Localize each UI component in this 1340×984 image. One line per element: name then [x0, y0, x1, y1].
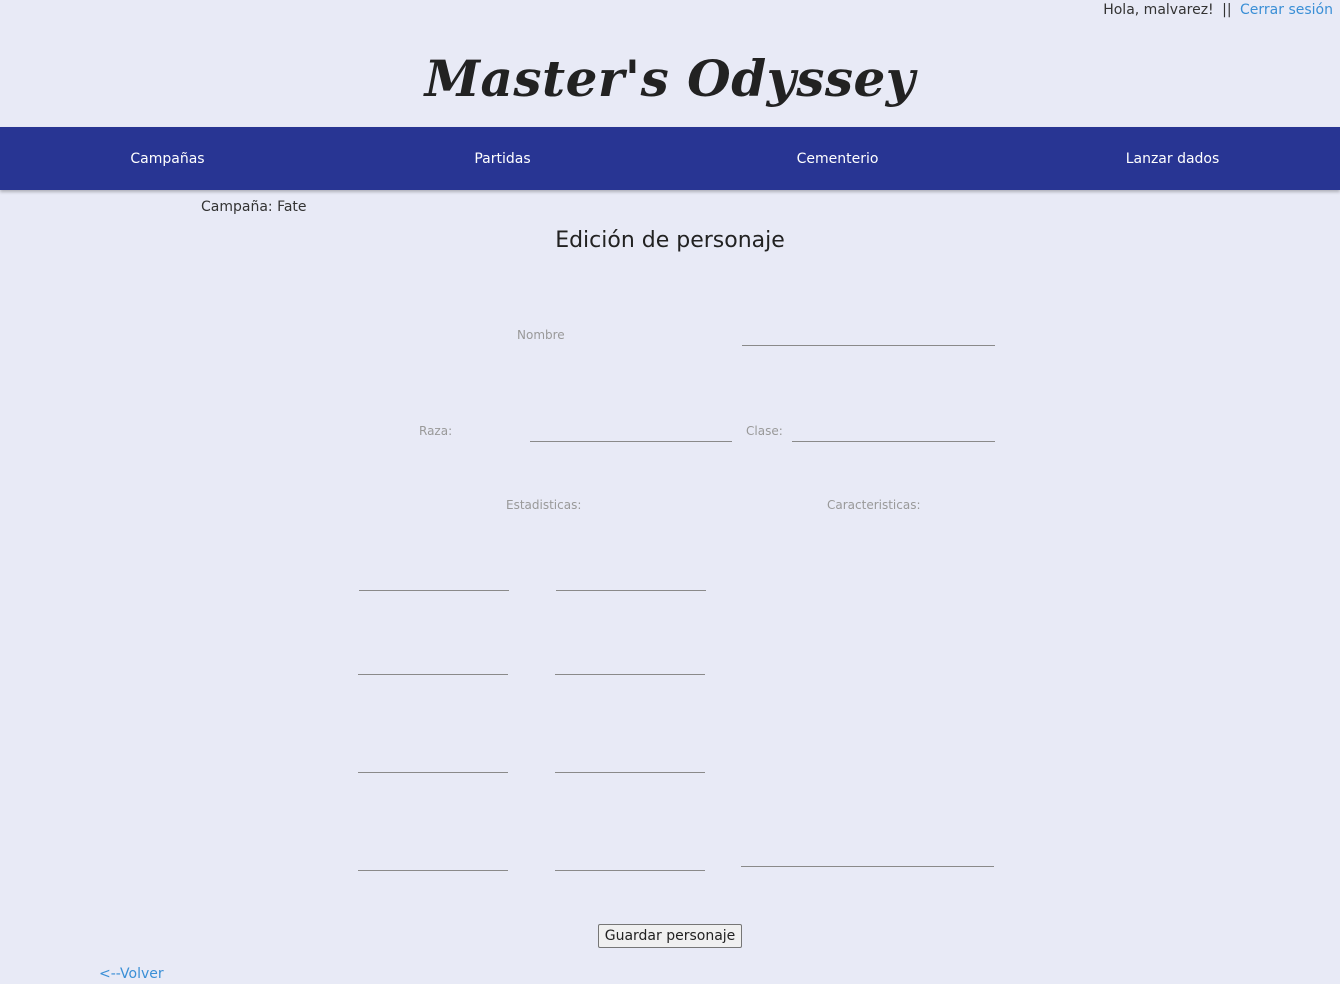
stats-label: Estadisticas:	[506, 498, 582, 512]
site-title: Master's Odyssey	[424, 49, 916, 108]
stat-field-1[interactable]	[359, 569, 509, 591]
stat-field-7[interactable]	[358, 849, 508, 871]
stat-field-3[interactable]	[358, 653, 508, 675]
back-link[interactable]: <--Volver	[99, 965, 164, 983]
stat-field-4[interactable]	[555, 653, 705, 675]
stat-field-2[interactable]	[556, 569, 706, 591]
traits-field[interactable]	[741, 845, 994, 867]
name-label: Nombre	[517, 328, 565, 342]
save-character-button[interactable]: Guardar personaje	[598, 924, 742, 948]
race-label: Raza:	[419, 424, 453, 438]
separator: ||	[1222, 2, 1232, 18]
main-navbar: Campañas Partidas Cementerio Lanzar dado…	[0, 127, 1340, 190]
nav-item-campanas[interactable]: Campañas	[0, 127, 335, 190]
user-bar: Hola, malvarez! || Cerrar sesión	[1103, 0, 1333, 20]
class-field[interactable]	[792, 420, 995, 442]
stat-field-6[interactable]	[555, 751, 705, 773]
race-field[interactable]	[530, 420, 732, 442]
nav-item-lanzar-dados[interactable]: Lanzar dados	[1005, 127, 1340, 190]
traits-label: Caracteristicas:	[827, 498, 921, 512]
class-label: Clase:	[746, 424, 783, 438]
stat-field-5[interactable]	[358, 751, 508, 773]
greeting-text: Hola, malvarez!	[1103, 2, 1214, 18]
campaign-label: Campaña: Fate	[201, 199, 307, 215]
logout-link[interactable]: Cerrar sesión	[1240, 2, 1333, 18]
nav-item-cementerio[interactable]: Cementerio	[670, 127, 1005, 190]
nav-item-partidas[interactable]: Partidas	[335, 127, 670, 190]
name-field[interactable]	[742, 324, 995, 346]
stat-field-8[interactable]	[555, 849, 705, 871]
page-title: Edición de personaje	[555, 228, 785, 253]
